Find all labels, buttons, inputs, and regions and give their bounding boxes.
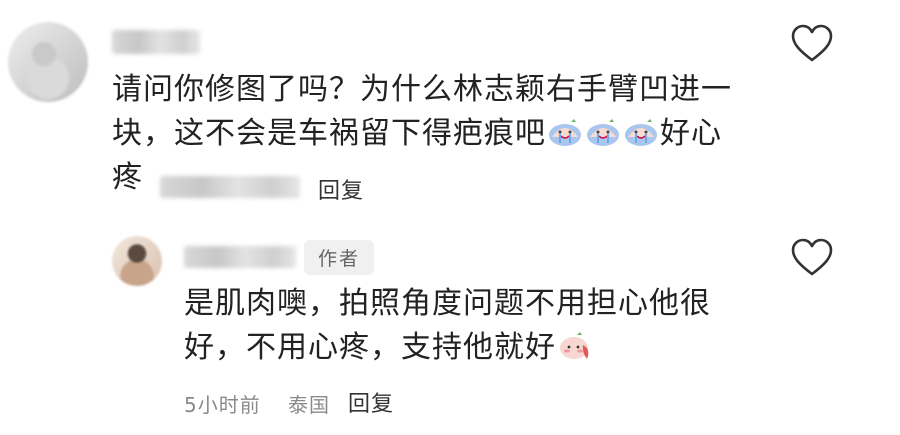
timestamp: 5小时前: [184, 393, 261, 417]
comment-line-text: 好，不用心疼，支持他就好: [184, 330, 556, 365]
comment-line-text: 好心: [660, 116, 722, 151]
crying-emoji: [585, 116, 621, 146]
comment-line: 块，这不会是车祸留下得疤痕吧 好心: [112, 112, 752, 156]
comment-text: 是肌肉噢，拍照角度问题不用担心他很 好，不用心疼，支持他就好: [184, 282, 744, 370]
heart-outline-icon[interactable]: [790, 238, 834, 278]
location: 泰国: [288, 393, 330, 417]
username-blurred[interactable]: [112, 30, 200, 54]
author-badge: 作者: [304, 240, 375, 275]
avatar[interactable]: [112, 236, 162, 286]
comment-line: 是肌肉噢，拍照角度问题不用担心他很: [184, 286, 711, 321]
reply-button[interactable]: 回复: [348, 386, 394, 418]
username-blurred[interactable]: [184, 246, 296, 268]
heart-outline-icon[interactable]: [790, 24, 834, 64]
blush-emoji: [557, 329, 593, 359]
reply-button[interactable]: 回复: [318, 173, 364, 205]
crying-emoji: [623, 116, 659, 146]
comment-line: 好，不用心疼，支持他就好: [184, 326, 744, 370]
comment-line: 请问你修图了吗？为什么林志颖右手臂凹进一: [112, 72, 732, 107]
comment-line-text: 块，这不会是车祸留下得疤痕吧: [112, 116, 546, 151]
date-blurred: [160, 176, 300, 198]
avatar[interactable]: [8, 22, 88, 102]
crying-emoji: [547, 116, 583, 146]
